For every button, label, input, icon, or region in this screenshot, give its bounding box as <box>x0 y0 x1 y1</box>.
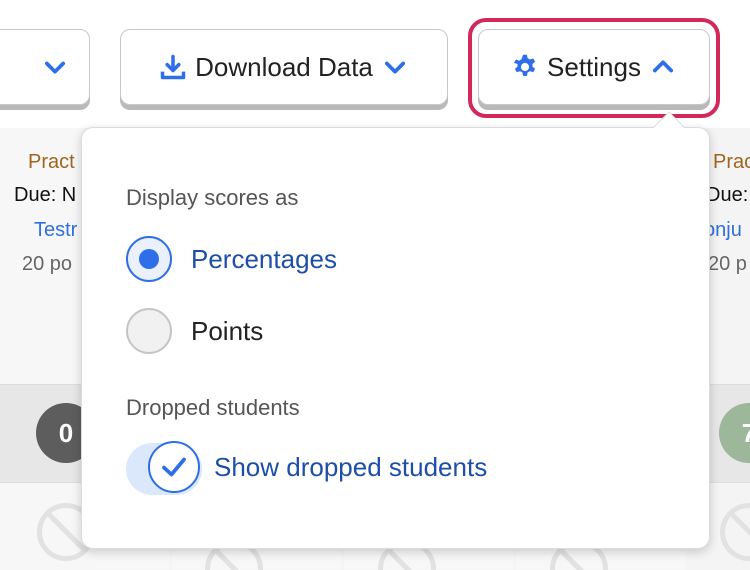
chevron-up-icon <box>652 60 674 73</box>
radio-option-points[interactable]: Points <box>126 308 263 354</box>
check-icon <box>162 457 186 477</box>
assignment-category: Pract <box>28 151 75 173</box>
assignment-title-link[interactable]: Testr <box>34 219 77 242</box>
points-radio[interactable] <box>126 308 172 354</box>
download-data-label: Download Data <box>195 51 373 82</box>
assignment-due-date: Due: A <box>706 184 750 206</box>
score-value: 0 <box>58 417 74 448</box>
show-dropped-label[interactable]: Show dropped students <box>214 452 487 483</box>
radio-option-percentages[interactable]: Percentages <box>126 236 337 282</box>
download-icon <box>160 54 186 80</box>
settings-button[interactable]: Settings <box>478 29 710 105</box>
show-dropped-checkbox[interactable] <box>148 441 200 493</box>
show-dropped-students-toggle[interactable]: Show dropped students <box>126 441 487 495</box>
gear-icon <box>513 54 536 76</box>
assignment-points: 20 p <box>708 253 747 275</box>
assignment-category: Prac <box>713 151 750 173</box>
points-label[interactable]: Points <box>191 316 263 347</box>
score-value: 7 <box>741 417 750 448</box>
percentages-radio[interactable] <box>126 236 172 282</box>
dropped-students-heading: Dropped students <box>126 395 300 420</box>
assignment-due-date: Due: N <box>14 184 77 206</box>
filter-dropdown-button[interactable] <box>0 29 90 105</box>
chevron-down-icon <box>384 61 405 74</box>
download-data-button[interactable]: Download Data <box>120 29 448 105</box>
percentages-label[interactable]: Percentages <box>191 244 337 275</box>
chevron-down-icon <box>44 61 66 74</box>
settings-label: Settings <box>547 51 641 82</box>
assignment-points: 20 po <box>22 253 73 275</box>
display-scores-heading: Display scores as <box>126 185 299 210</box>
